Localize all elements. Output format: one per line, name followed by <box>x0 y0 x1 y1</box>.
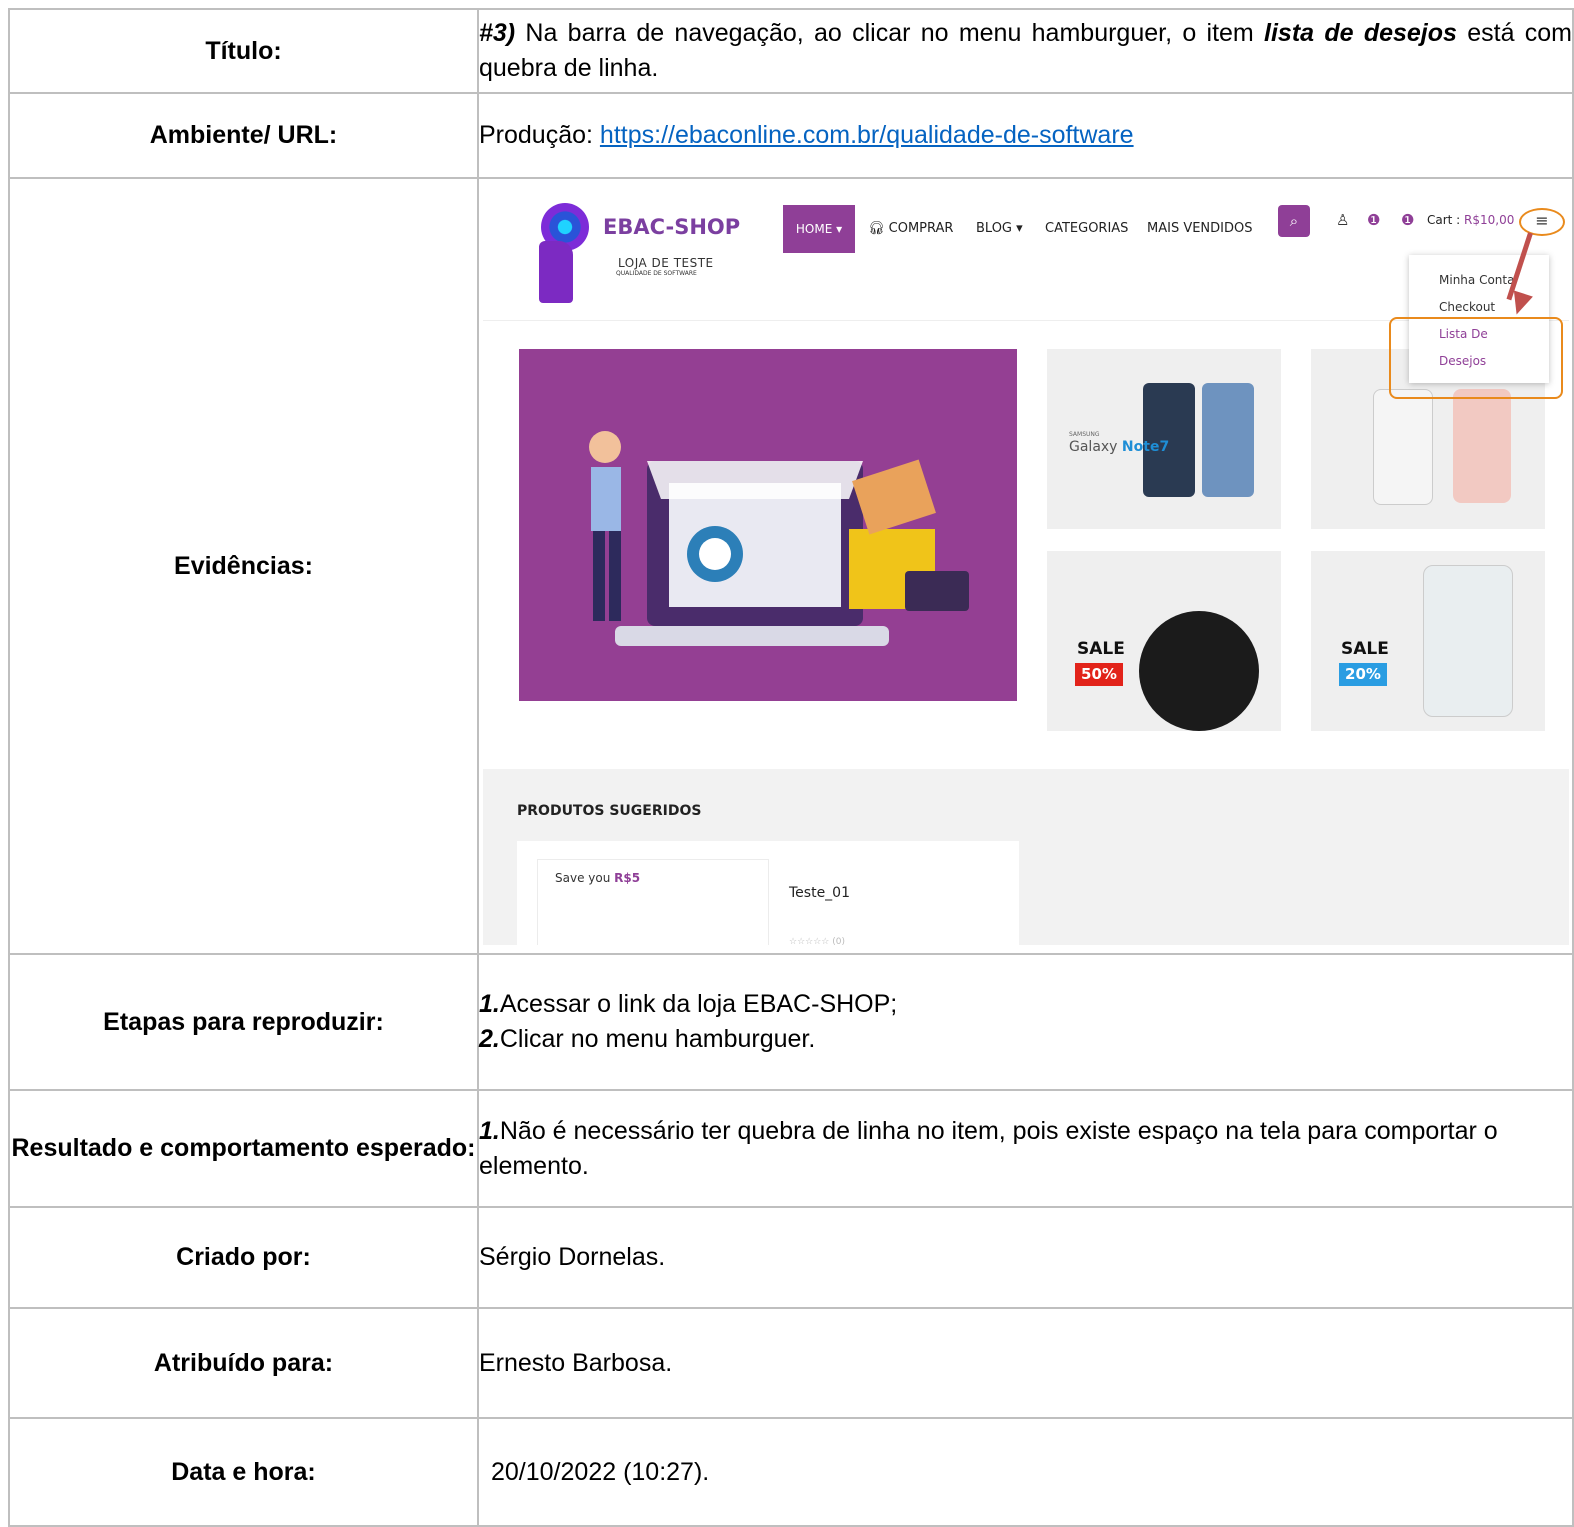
assigned-label: Atribuído para: <box>8 1307 479 1419</box>
hero-illustration <box>589 431 969 646</box>
shop-logo-hand-icon <box>539 241 573 303</box>
nav-comprar: 🎧︎ COMPRAR <box>868 221 954 236</box>
hero-banner-image <box>519 349 1017 701</box>
shop-subtitle-small: QUALIDADE DE SOFTWARE <box>616 270 697 277</box>
suggested-products-section: PRODUTOS SUGERIDOS Save you R$5 Teste_01… <box>483 769 1569 945</box>
search-icon: ⌕ <box>1278 205 1310 237</box>
row-environment: Ambiente/ URL: Produção: https://ebaconl… <box>8 92 1574 179</box>
discount-badge-2: 20% <box>1339 663 1387 686</box>
shop-subtitle: LOJA DE TESTE <box>618 256 714 270</box>
highlight-box <box>1389 317 1563 399</box>
cart-total: Cart : R$10,00 <box>1427 213 1515 227</box>
date-label: Data e hora: <box>8 1417 479 1527</box>
shop-brand: EBAC-SHOP <box>603 215 741 239</box>
evidence-label: Evidências: <box>8 177 479 955</box>
row-date: Data e hora: 20/10/2022 (10:27). <box>8 1417 1574 1527</box>
title-emphasis: lista de desejos <box>1264 19 1457 47</box>
row-expected: Resultado e comportamento esperado: 1.Nã… <box>8 1089 1574 1208</box>
product-title: Teste_01 <box>789 885 850 901</box>
hamburger-menu-icon: ≡ <box>1519 208 1565 236</box>
product-rating: ☆☆☆☆☆ (0) <box>789 937 845 945</box>
title-value: #3) Na barra de navegação, ao clicar no … <box>477 8 1574 94</box>
expected-text: Não é necessário ter quebra de linha no … <box>479 1116 1498 1180</box>
nav-blog: BLOG ▾ <box>976 221 1023 236</box>
title-text-1: Na barra de navegação, ao clicar no menu… <box>515 19 1265 47</box>
dropdown-item-minha-conta: Minha Conta <box>1439 273 1515 287</box>
wishlist-icon: ❶ <box>1367 211 1381 229</box>
row-steps: Etapas para reproduzir: 1.Acessar o link… <box>8 953 1574 1091</box>
bug-number: #3) <box>479 19 516 47</box>
product-tile-headphone: SALE 50% <box>1047 551 1281 731</box>
step-2: 2.Clicar no menu hamburguer. <box>479 1025 816 1053</box>
headset-icon: 🎧︎ <box>868 221 889 236</box>
discount-badge-1: 50% <box>1075 663 1123 686</box>
created-label: Criado por: <box>8 1206 479 1309</box>
created-value: Sérgio Dornelas. <box>477 1206 1574 1309</box>
row-created: Criado por: Sérgio Dornelas. <box>8 1206 1574 1309</box>
galaxy-label: Galaxy Note7 <box>1069 439 1170 455</box>
shop-navbar: EBAC-SHOP LOJA DE TESTE QUALIDADE DE SOF… <box>483 185 1569 321</box>
expected-number: 1. <box>479 1116 500 1145</box>
phone-back-image <box>1202 383 1254 497</box>
row-evidence: Evidências: EBAC-SHOP LOJA DE TESTE QUAL… <box>8 177 1574 955</box>
cart-icon: ❶ <box>1401 211 1415 229</box>
sale-label-2: SALE <box>1341 639 1389 659</box>
step-1: 1.Acessar o link da loja EBAC-SHOP; <box>479 990 898 1018</box>
pixel-phone-image <box>1423 565 1513 717</box>
suggested-products-title: PRODUTOS SUGERIDOS <box>517 803 702 819</box>
date-value: 20/10/2022 (10:27). <box>477 1417 1574 1527</box>
row-assigned: Atribuído para: Ernesto Barbosa. <box>8 1307 1574 1419</box>
save-badge: Save you R$5 <box>555 871 641 885</box>
iphone-back-image <box>1453 389 1511 503</box>
bug-report-table: Título: #3) Na barra de navegação, ao cl… <box>8 8 1574 1527</box>
steps-label: Etapas para reproduzir: <box>8 953 479 1091</box>
sale-label-1: SALE <box>1077 639 1125 659</box>
nav-home: HOME ▾ <box>783 205 855 253</box>
environment-label: Ambiente/ URL: <box>8 92 479 179</box>
user-icon: ♙ <box>1336 211 1350 229</box>
expected-value: 1.Não é necessário ter quebra de linha n… <box>477 1089 1574 1208</box>
environment-url-link[interactable]: https://ebaconline.com.br/qualidade-de-s… <box>600 121 1134 149</box>
evidence-screenshot: EBAC-SHOP LOJA DE TESTE QUALIDADE DE SOF… <box>483 185 1569 945</box>
title-label: Título: <box>8 8 479 94</box>
nav-categorias: CATEGORIAS <box>1045 221 1129 236</box>
dropdown-item-checkout: Checkout <box>1439 300 1496 314</box>
nav-mais-vendidos: MAIS VENDIDOS <box>1147 221 1253 236</box>
evidence-value: EBAC-SHOP LOJA DE TESTE QUALIDADE DE SOF… <box>477 177 1574 955</box>
assigned-value: Ernesto Barbosa. <box>477 1307 1574 1419</box>
row-title: Título: #3) Na barra de navegação, ao cl… <box>8 8 1574 94</box>
environment-prefix: Produção: <box>479 121 600 149</box>
steps-value: 1.Acessar o link da loja EBAC-SHOP; 2.Cl… <box>477 953 1574 1091</box>
headphone-image <box>1139 611 1259 731</box>
product-card: Save you R$5 Teste_01 ☆☆☆☆☆ (0) <box>517 841 1019 945</box>
expected-label: Resultado e comportamento esperado: <box>8 1089 479 1208</box>
environment-value: Produção: https://ebaconline.com.br/qual… <box>477 92 1574 179</box>
product-tile-galaxy: SAMSUNG Galaxy Note7 <box>1047 349 1281 529</box>
product-tile-pixel: SALE 20% <box>1311 551 1545 731</box>
galaxy-brand: SAMSUNG <box>1069 431 1100 438</box>
iphone-front-image <box>1373 389 1433 505</box>
